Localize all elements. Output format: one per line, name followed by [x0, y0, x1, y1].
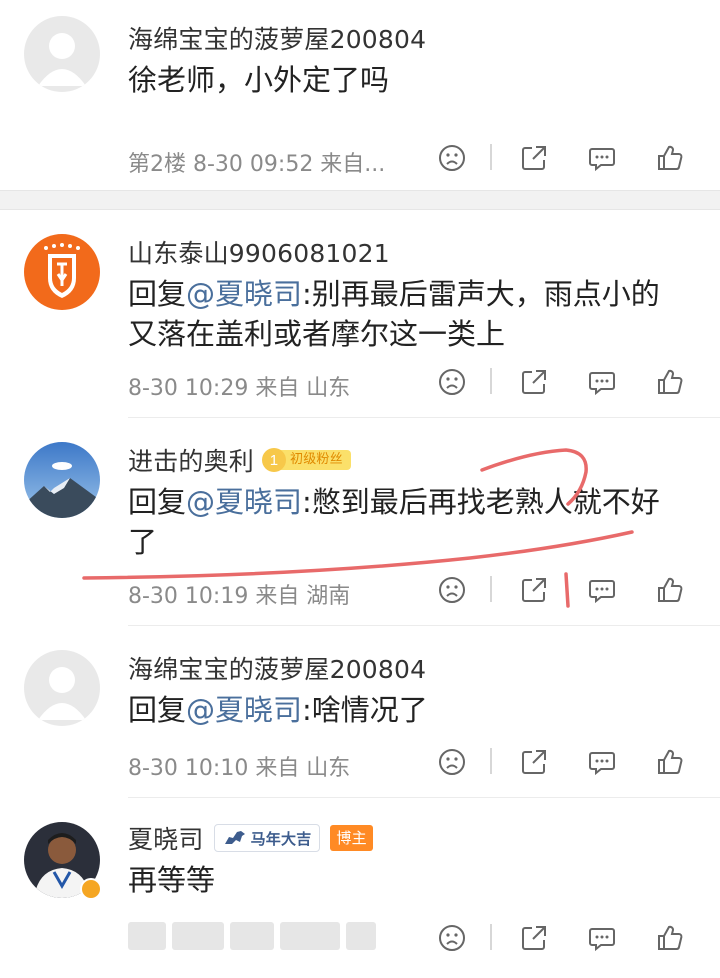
- reply-button[interactable]: [584, 138, 620, 178]
- thumbs-up-icon: [658, 749, 683, 774]
- comment-username[interactable]: 海绵宝宝的菠萝屋200804: [128, 20, 426, 56]
- comment-icon: [589, 580, 615, 604]
- mention-link[interactable]: @夏晓司: [186, 485, 302, 519]
- dislike-button[interactable]: [434, 742, 470, 782]
- dislike-button[interactable]: [434, 570, 470, 610]
- comment-item[interactable]: 海绵宝宝的菠萝屋200804 徐老师，小外定了吗 第2楼 8-30 09:52 …: [0, 0, 720, 190]
- comment-meta: 8-30 10:10 来自 山东: [128, 756, 351, 781]
- comment-icon: [589, 928, 615, 952]
- username-text[interactable]: 进击的奥利: [128, 447, 254, 476]
- share-button[interactable]: [516, 570, 552, 610]
- comment-actions: [434, 742, 696, 782]
- divider: [490, 144, 492, 170]
- event-badge-label: 马年大吉: [250, 829, 312, 848]
- like-button[interactable]: [652, 362, 688, 402]
- thumbs-up-icon: [658, 577, 683, 602]
- event-badge[interactable]: 马年大吉: [213, 824, 321, 852]
- divider: [490, 576, 492, 602]
- thumbs-up-icon: [658, 145, 683, 170]
- thumbs-up-icon: [658, 369, 683, 394]
- dislike-button[interactable]: [434, 362, 470, 402]
- divider: [490, 368, 492, 394]
- thumbs-up-icon: [658, 925, 683, 950]
- reply-button[interactable]: [584, 918, 620, 958]
- comment-meta: 8-30 10:19 来自 湖南: [128, 584, 351, 609]
- blurred-meta: [128, 922, 378, 952]
- reply-button[interactable]: [584, 362, 620, 402]
- comment-body: 再等等: [128, 863, 216, 897]
- reply-button[interactable]: [584, 570, 620, 610]
- comment-text: 回复@夏晓司:啥情况了: [128, 690, 688, 730]
- avatar-player[interactable]: [24, 822, 102, 900]
- like-button[interactable]: [652, 918, 688, 958]
- comment-item[interactable]: 山东泰山9906081021 回复@夏晓司:别再最后雷声大，雨点小的又落在盖利或…: [0, 210, 720, 418]
- comment-username[interactable]: 进击的奥利 1 初级粉丝: [128, 442, 351, 478]
- comment-meta: 8-30 10:29 来自 山东: [128, 376, 351, 401]
- sad-face-icon: [439, 749, 465, 775]
- comment-body: :啥情况了: [302, 693, 428, 727]
- fan-label: 初级粉丝: [276, 450, 351, 470]
- reply-prefix: 回复: [128, 277, 187, 311]
- reply-button[interactable]: [584, 742, 620, 782]
- sad-face-icon: [439, 925, 465, 951]
- comment-icon: [589, 752, 615, 776]
- comment-actions: [434, 570, 696, 610]
- comment-text: 回复@夏晓司:憋到最后再找老熟人就不好了: [128, 482, 688, 562]
- mention-link[interactable]: @夏晓司: [186, 277, 302, 311]
- avatar-default[interactable]: [24, 16, 100, 92]
- share-icon: [522, 146, 546, 170]
- mention-link[interactable]: @夏晓司: [186, 693, 302, 727]
- dislike-button[interactable]: [434, 138, 470, 178]
- username-text[interactable]: 夏晓司: [128, 825, 204, 854]
- reply-prefix: 回复: [128, 485, 187, 519]
- divider: [490, 748, 492, 774]
- comment-username[interactable]: 海绵宝宝的菠萝屋200804: [128, 650, 426, 686]
- share-button[interactable]: [516, 742, 552, 782]
- comment-item[interactable]: 夏晓司 马年大吉 博主 再等等: [0, 798, 720, 976]
- comment-actions: [434, 138, 696, 178]
- comment-text: 徐老师，小外定了吗: [128, 60, 688, 100]
- comment-username[interactable]: 山东泰山9906081021: [128, 234, 390, 270]
- share-icon: [522, 578, 546, 602]
- comment-username[interactable]: 夏晓司 马年大吉 博主: [128, 820, 373, 856]
- share-icon: [522, 750, 546, 774]
- like-button[interactable]: [652, 742, 688, 782]
- fan-level: 1: [262, 448, 287, 472]
- comment-text: 再等等: [128, 860, 688, 900]
- avatar-team-logo[interactable]: [24, 234, 100, 310]
- share-button[interactable]: [516, 918, 552, 958]
- avatar-default[interactable]: [24, 650, 100, 726]
- comment-item[interactable]: 海绵宝宝的菠萝屋200804 回复@夏晓司:啥情况了 8-30 10:10 来自…: [0, 626, 720, 798]
- share-button[interactable]: [516, 138, 552, 178]
- comment-body: 徐老师，小外定了吗: [128, 63, 390, 97]
- comment-item[interactable]: 进击的奥利 1 初级粉丝 回复@夏晓司:憋到最后再找老熟人就不好了 8-30 10:…: [0, 418, 720, 626]
- sad-face-icon: [439, 577, 465, 603]
- reply-prefix: 回复: [128, 693, 187, 727]
- horse-icon: [224, 831, 245, 844]
- comment-actions: [434, 362, 696, 402]
- share-button[interactable]: [516, 362, 552, 402]
- comment-icon: [589, 148, 615, 172]
- divider: [490, 924, 492, 950]
- dislike-button[interactable]: [434, 918, 470, 958]
- comment-actions: [434, 918, 696, 958]
- like-button[interactable]: [652, 138, 688, 178]
- comment-icon: [589, 372, 615, 396]
- comment-meta: 第2楼 8-30 09:52 来自...: [128, 152, 386, 177]
- fan-badge[interactable]: 1 初级粉丝: [262, 448, 351, 472]
- avatar-mountain[interactable]: [24, 442, 100, 518]
- sad-face-icon: [439, 369, 465, 395]
- like-button[interactable]: [652, 570, 688, 610]
- share-icon: [522, 926, 546, 950]
- comment-text: 回复@夏晓司:别再最后雷声大，雨点小的又落在盖利或者摩尔这一类上: [128, 274, 688, 354]
- share-icon: [522, 370, 546, 394]
- host-badge: 博主: [330, 825, 373, 851]
- sad-face-icon: [439, 145, 465, 171]
- section-divider: [0, 190, 720, 210]
- verified-badge-icon: [80, 878, 102, 900]
